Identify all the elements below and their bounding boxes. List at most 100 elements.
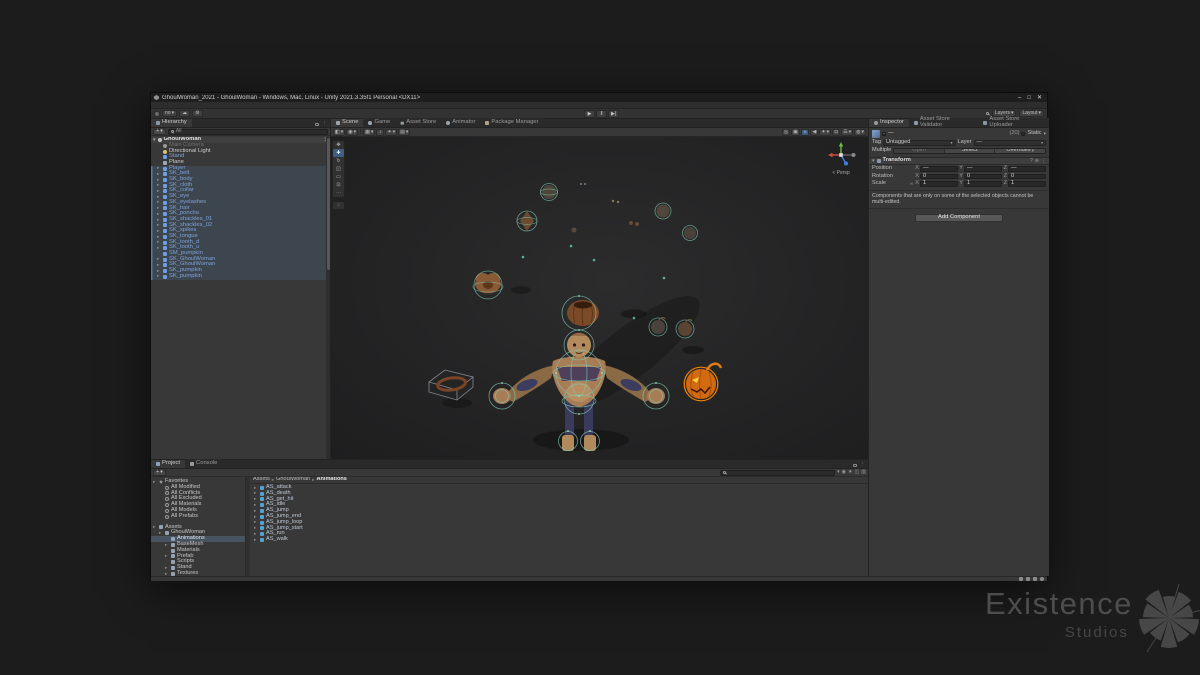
expander-icon[interactable]: ▸: [159, 531, 163, 536]
expander-icon[interactable]: ▸: [153, 525, 157, 530]
expander-icon[interactable]: ▸: [254, 509, 258, 514]
hidden-packages-icon[interactable]: ◫: [855, 470, 860, 475]
hierarchy-search-input[interactable]: All: [168, 129, 328, 135]
expander-icon[interactable]: ▸: [165, 554, 169, 559]
lighting-toggle[interactable]: ☼: [801, 129, 810, 136]
pause-button[interactable]: ‖: [596, 110, 607, 118]
tag-dropdown[interactable]: Untagged▾: [883, 140, 955, 146]
z-value-field[interactable]: —: [1008, 166, 1046, 172]
asset-row[interactable]: ▸ AS_walk: [250, 537, 868, 543]
x-value-field[interactable]: —: [920, 166, 958, 172]
help-icon[interactable]: ?: [1030, 159, 1033, 164]
prefab-open-button[interactable]: Open: [894, 149, 945, 153]
audio-toggle[interactable]: ♪: [376, 129, 384, 136]
lock-icon[interactable]: [315, 123, 319, 127]
expander-icon[interactable]: ▸: [157, 172, 161, 177]
draw-mode-dropdown[interactable]: ◧▾: [333, 129, 345, 136]
view-tool-button[interactable]: ✥: [333, 141, 344, 149]
inspector-tab[interactable]: Asset Store Validator: [909, 118, 979, 127]
fx-dropdown[interactable]: ✦▾: [819, 129, 831, 136]
z-value-field[interactable]: 1: [1008, 181, 1046, 187]
grid-dropdown[interactable]: ▦▾: [363, 129, 375, 136]
scene-viewport[interactable]: ✥ ✚ ↻ ◱ ▭ ⊡ ⋯ ◌: [331, 137, 868, 459]
maximize-button[interactable]: □: [1027, 95, 1031, 101]
expander-icon[interactable]: ▸: [254, 532, 258, 537]
floating-props[interactable]: [517, 183, 698, 319]
foldout-icon[interactable]: ▾: [872, 159, 875, 164]
y-value-field[interactable]: —: [964, 166, 1002, 172]
title-bar[interactable]: GhoulWoman_2021 - GhoulWoman - Windows, …: [151, 93, 1047, 102]
search-by-type-icon[interactable]: ▾: [837, 470, 840, 475]
scene-camera-dropdown[interactable]: ◘: [832, 129, 840, 136]
expander-icon[interactable]: ▸: [165, 566, 169, 571]
expander-icon[interactable]: ▸: [153, 480, 157, 485]
custom-tool-button[interactable]: ⋯: [333, 189, 344, 197]
x-value-field[interactable]: 0: [920, 174, 958, 180]
expander-icon[interactable]: ▸: [254, 503, 258, 508]
gizmos-dropdown[interactable]: ☰▾: [841, 129, 853, 136]
settings-button[interactable]: ⚙: [192, 110, 202, 117]
static-checkbox[interactable]: [1021, 132, 1025, 136]
ring-box-prop[interactable]: [429, 370, 473, 400]
tab-hierarchy[interactable]: Hierarchy: [151, 118, 192, 127]
view-tab[interactable]: Asset Store: [395, 118, 441, 127]
bottom-tab[interactable]: Console: [185, 459, 222, 468]
breadcrumb-assets[interactable]: Assets: [253, 477, 270, 483]
expander-icon[interactable]: ▸: [254, 538, 258, 543]
account-dropdown[interactable]: no▾: [162, 110, 177, 117]
lock-icon[interactable]: [853, 464, 857, 468]
kebab-menu-icon[interactable]: ⋮: [860, 463, 866, 469]
prefab-overrides-dropdown[interactable]: Overrides▾: [995, 149, 1045, 153]
bottom-tab[interactable]: Project: [151, 459, 185, 468]
crown-prop[interactable]: [473, 271, 503, 299]
debug-mode-dropdown[interactable]: ◉▾: [346, 129, 358, 136]
projection-label[interactable]: < Persp: [820, 171, 862, 176]
transform-tool-button[interactable]: ⊡: [333, 181, 344, 189]
expander-icon[interactable]: ▸: [157, 189, 161, 194]
inspector-tab[interactable]: Asset Store Uploader: [978, 118, 1049, 127]
expander-icon[interactable]: ▸: [157, 212, 161, 217]
orientation-gizmo[interactable]: < Persp: [820, 140, 862, 176]
kebab-menu-icon[interactable]: ⋮: [1041, 159, 1046, 164]
scene-3d-view[interactable]: [331, 137, 868, 459]
play-button[interactable]: ▶: [584, 110, 595, 118]
view-tab[interactable]: Package Manager: [480, 118, 543, 127]
chevron-down-icon[interactable]: ▾: [1043, 132, 1046, 137]
visibility-toggle[interactable]: ◎: [782, 129, 790, 136]
expander-icon[interactable]: ▸: [165, 543, 169, 548]
search-by-label-icon[interactable]: ◉: [842, 470, 846, 475]
expander-icon[interactable]: ▸: [157, 246, 161, 251]
create-asset-button[interactable]: +▾: [153, 470, 166, 476]
pumpkin-selected[interactable]: [684, 364, 721, 401]
account-avatar[interactable]: [154, 111, 160, 117]
rotate-tool-button[interactable]: ↻: [333, 157, 344, 165]
layer-dropdown[interactable]: —▾: [974, 140, 1046, 146]
active-checkbox[interactable]: –: [882, 132, 886, 136]
tree-row[interactable]: ▸ All Prefabs: [151, 514, 245, 520]
create-object-button[interactable]: +▾: [153, 129, 166, 135]
expander-icon[interactable]: ▸: [157, 229, 161, 234]
snap-tool-button[interactable]: ◌: [332, 201, 345, 210]
expander-icon[interactable]: ▸: [157, 206, 161, 211]
object-name-field[interactable]: —: [888, 131, 1008, 137]
move-tool-button[interactable]: ✚: [333, 149, 344, 157]
hierarchy-row[interactable]: ▸ SK_pumpkin ›: [151, 274, 330, 280]
kebab-menu-icon[interactable]: ⋮: [322, 122, 328, 128]
expander-icon[interactable]: ▸: [157, 274, 161, 279]
save-search-icon[interactable]: ★: [848, 470, 852, 475]
z-value-field[interactable]: 0: [1008, 174, 1046, 180]
breadcrumb-ghoulwoman[interactable]: GhoulWoman: [276, 477, 310, 483]
minimize-button[interactable]: –: [1018, 95, 1021, 101]
close-button[interactable]: ✕: [1037, 95, 1042, 101]
view-tab[interactable]: Game: [363, 118, 395, 127]
rect-tool-button[interactable]: ▭: [333, 173, 344, 181]
cloud-button[interactable]: ☁: [179, 110, 190, 117]
search-icon[interactable]: [986, 112, 989, 115]
scale-tool-button[interactable]: ◱: [333, 165, 344, 173]
scene-audio-toggle[interactable]: ◀: [810, 129, 818, 136]
add-component-button[interactable]: Add Component: [915, 214, 1003, 222]
camera-preview-toggle[interactable]: ▣: [791, 129, 800, 136]
y-value-field[interactable]: 1: [964, 181, 1002, 187]
expander-icon[interactable]: ▸: [157, 263, 161, 268]
breadcrumb-animations[interactable]: Animations: [316, 477, 346, 483]
